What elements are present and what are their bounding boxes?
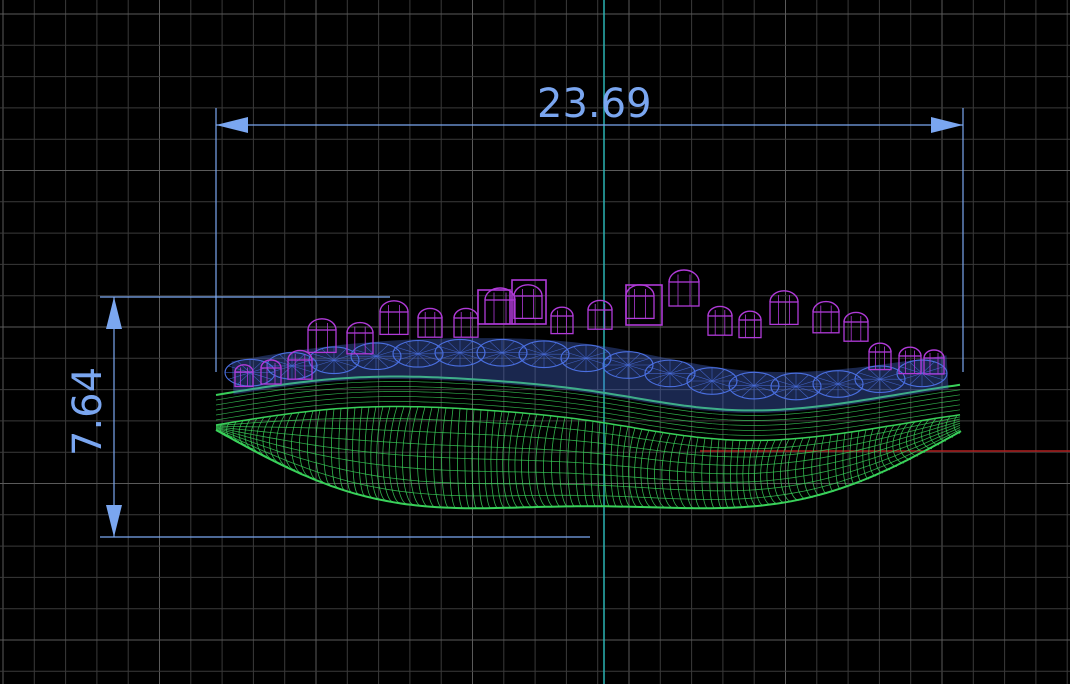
stone-dome — [668, 269, 700, 283]
stone-dome — [738, 310, 762, 321]
stone-dome — [307, 318, 337, 331]
stone-prong — [738, 319, 762, 339]
stone-prong — [587, 309, 613, 330]
stone-prong — [417, 317, 443, 338]
stone-dome — [346, 321, 374, 334]
stone-dome — [513, 284, 543, 297]
center-bezel — [511, 279, 547, 325]
stone-prong — [453, 317, 479, 338]
stone-prong — [668, 281, 700, 307]
stone-prong — [707, 315, 733, 336]
stone-prong — [513, 295, 543, 320]
stone-dome — [898, 346, 922, 357]
settings-volume — [231, 338, 949, 413]
stone-dome — [868, 342, 892, 353]
height-dimension[interactable] — [100, 296, 590, 538]
height-arrow-top — [106, 297, 122, 329]
stone-dome — [550, 306, 574, 317]
stone-dome — [707, 305, 733, 317]
stone-dome — [587, 299, 613, 311]
stone-prong — [379, 311, 409, 336]
width-arrow-right — [931, 117, 963, 133]
stone-prong — [625, 295, 655, 320]
stone-dome — [453, 307, 479, 319]
stone-prong — [769, 301, 799, 326]
settings-mesh[interactable] — [224, 338, 949, 413]
stone-prong — [550, 315, 574, 335]
width-dimension-label[interactable]: 23.69 — [537, 84, 652, 124]
cad-viewport[interactable]: 23.69 7.64 — [0, 0, 1070, 684]
stone-dome — [379, 300, 409, 313]
stone-dome — [769, 290, 799, 303]
height-arrow-bottom — [106, 505, 122, 537]
viewport-canvas[interactable] — [0, 0, 1070, 684]
stone-dome — [625, 284, 655, 297]
width-arrow-left — [216, 117, 248, 133]
stone-dome — [417, 307, 443, 319]
height-dimension-label[interactable]: 7.64 — [65, 367, 111, 456]
